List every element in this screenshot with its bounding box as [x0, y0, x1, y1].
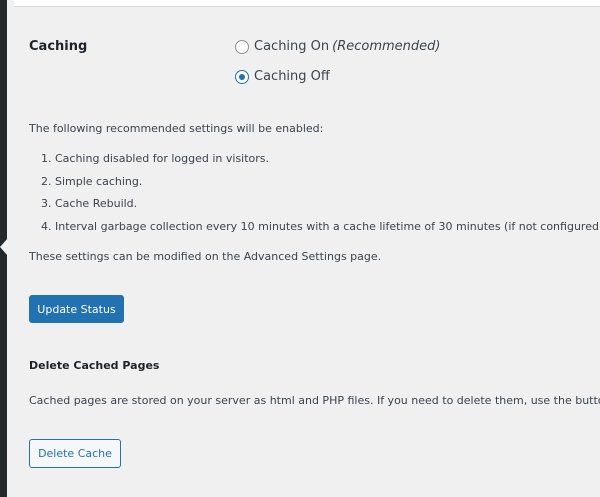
settings-intro: The following recommended settings will … — [29, 122, 324, 135]
caching-on-label: Caching On — [254, 39, 330, 54]
delete-cached-pages-description: Cached pages are stored on your server a… — [29, 394, 600, 407]
list-item: 4. Interval garbage collection every 10 … — [41, 220, 600, 233]
top-panel-edge — [14, 0, 600, 7]
list-item: 1. Caching disabled for logged in visito… — [41, 152, 270, 165]
update-status-button[interactable]: Update Status — [29, 295, 124, 323]
caching-off-radio[interactable] — [235, 69, 249, 84]
caching-on-option[interactable]: Caching On (Recommended) — [235, 39, 440, 54]
delete-cached-pages-title: Delete Cached Pages — [29, 359, 160, 372]
caching-on-radio[interactable] — [235, 39, 249, 54]
list-item: 2. Simple caching. — [41, 175, 143, 188]
recommended-note: (Recommended) — [332, 39, 441, 54]
settings-footer-note: These settings can be modified on the Ad… — [29, 250, 382, 263]
current-menu-arrow-icon — [0, 238, 8, 256]
caching-off-label: Caching Off — [254, 69, 330, 84]
caching-off-option[interactable]: Caching Off — [235, 69, 330, 84]
caching-label: Caching — [29, 39, 88, 54]
delete-cache-button[interactable]: Delete Cache — [29, 439, 121, 468]
list-item: 3. Cache Rebuild. — [41, 197, 138, 210]
